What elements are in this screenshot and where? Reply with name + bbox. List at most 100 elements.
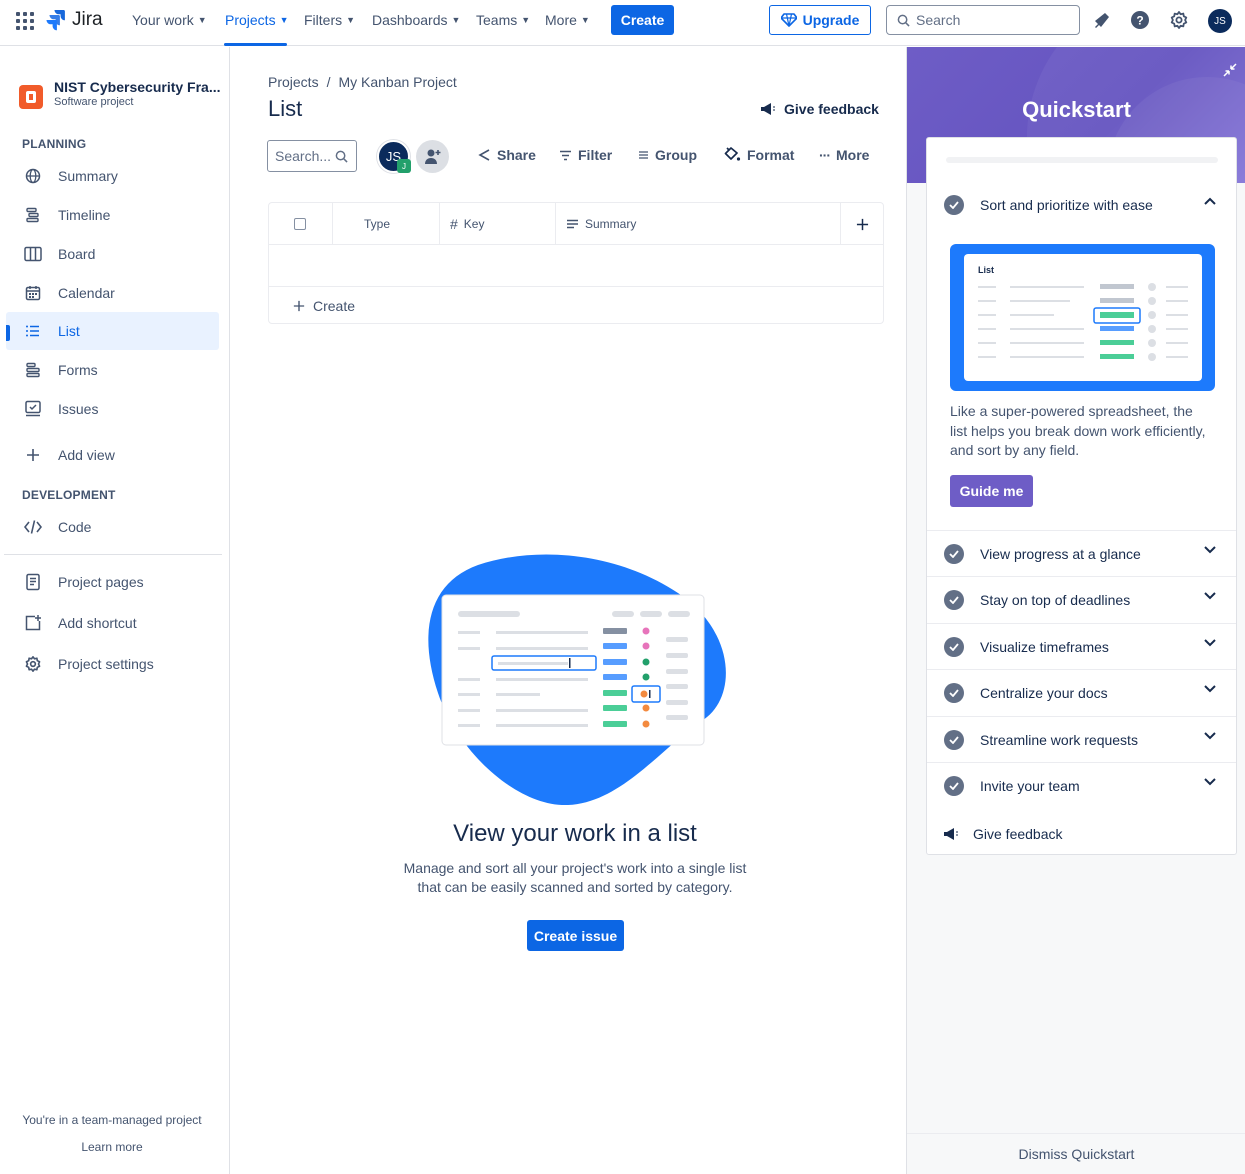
quickstart-item-label: View progress at a glance — [980, 545, 1141, 562]
sidebar-item-list[interactable]: List — [6, 312, 219, 350]
upgrade-button[interactable]: Upgrade — [769, 5, 871, 35]
sidebar-item-issues[interactable]: Issues — [6, 390, 219, 428]
quickstart-feedback-button[interactable]: Give feedback — [943, 826, 1063, 842]
sidebar-item-forms[interactable]: Forms — [6, 351, 219, 389]
minimize-icon[interactable] — [1223, 63, 1237, 80]
gear-icon — [24, 655, 42, 673]
more-button[interactable]: ··· More — [819, 147, 869, 163]
create-issue-button[interactable]: Create issue — [527, 920, 624, 951]
sidebar-item-label: Summary — [58, 168, 118, 184]
sidebar-item-timeline[interactable]: Timeline — [6, 196, 219, 234]
filter-button[interactable]: Filter — [559, 147, 612, 163]
quickstart-panel: Quickstart Sort and prioritize with ease… — [906, 47, 1245, 1174]
quickstart-item-sort[interactable]: Sort and prioritize with ease — [927, 182, 1236, 228]
sidebar-item-add-shortcut[interactable]: Add shortcut — [6, 604, 219, 642]
sidebar-item-project-settings[interactable]: Project settings — [6, 645, 219, 683]
learn-more-link[interactable]: Learn more — [0, 1140, 224, 1154]
nav-projects[interactable]: Projects ▼ — [225, 12, 289, 28]
add-view-button[interactable]: Add view — [6, 436, 219, 474]
project-avatar-icon[interactable] — [19, 85, 43, 109]
settings-icon[interactable] — [1168, 9, 1190, 31]
nav-more[interactable]: More ▼ — [545, 12, 590, 28]
nav-label: Filters — [304, 12, 343, 28]
globe-icon — [24, 167, 42, 185]
notifications-icon[interactable] — [1091, 9, 1113, 31]
quickstart-item-invite[interactable]: Invite your team — [927, 762, 1236, 808]
column-summary-label: Summary — [585, 217, 637, 231]
quickstart-item-label: Streamline work requests — [980, 731, 1138, 748]
plus-icon — [24, 446, 42, 464]
sidebar-active-indicator — [6, 325, 10, 341]
search-icon — [897, 14, 910, 27]
column-key-label: Key — [463, 217, 485, 231]
gem-icon — [780, 13, 797, 27]
quickstart-item-label: Invite your team — [980, 777, 1080, 794]
add-people-button[interactable] — [416, 140, 449, 173]
jira-logo[interactable]: Jira — [46, 9, 103, 31]
group-icon — [639, 151, 648, 159]
sidebar-item-calendar[interactable]: Calendar — [6, 274, 219, 312]
dismiss-quickstart-button[interactable]: Dismiss Quickstart — [907, 1133, 1245, 1174]
quickstart-item-progress[interactable]: View progress at a glance — [927, 530, 1236, 576]
column-summary[interactable]: Summary — [556, 203, 841, 245]
search-placeholder: Search... — [275, 148, 332, 164]
group-button[interactable]: Group — [638, 147, 697, 163]
column-key[interactable]: # Key — [440, 203, 556, 245]
guide-me-button[interactable]: Guide me — [950, 475, 1033, 507]
chevron-down-icon — [1204, 732, 1216, 740]
chevron-down-icon — [1204, 639, 1216, 647]
empty-state-title: View your work in a list — [453, 820, 697, 847]
project-name[interactable]: NIST Cybersecurity Fra... — [54, 79, 221, 95]
format-label: Format — [747, 147, 795, 163]
breadcrumb-projects[interactable]: Projects — [268, 74, 319, 90]
nav-teams[interactable]: Teams ▼ — [476, 12, 530, 28]
add-column-button[interactable] — [841, 203, 883, 245]
quickstart-title: Quickstart — [1022, 97, 1131, 122]
share-button[interactable]: Share — [478, 147, 536, 163]
format-button[interactable]: Format — [724, 147, 794, 163]
quickstart-item-label: Stay on top of deadlines — [980, 591, 1131, 608]
nav-filters[interactable]: Filters ▼ — [304, 12, 355, 28]
help-icon[interactable]: ? — [1129, 9, 1151, 31]
chevron-down-icon: ▼ — [451, 15, 461, 25]
select-all-checkbox[interactable] — [294, 218, 306, 230]
list-search-input[interactable]: Search... — [267, 140, 357, 172]
development-section-label: DEVELOPMENT — [22, 488, 116, 502]
team-managed-note: You're in a team-managed project — [22, 1113, 202, 1127]
nav-your-work[interactable]: Your work ▼ — [132, 12, 207, 28]
chevron-down-icon: ▼ — [346, 15, 356, 25]
global-search-input[interactable]: Search — [886, 5, 1080, 35]
sidebar-item-summary[interactable]: Summary — [6, 157, 219, 195]
app-name: Jira — [72, 9, 103, 30]
nav-label: More — [545, 12, 577, 28]
empty-state-description: Manage and sort all your project's work … — [403, 860, 747, 895]
quickstart-item-docs[interactable]: Centralize your docs — [927, 669, 1236, 715]
user-avatar[interactable]: JS — [1208, 9, 1232, 33]
quickstart-item-requests[interactable]: Streamline work requests — [927, 716, 1236, 762]
quickstart-item-timeframes[interactable]: Visualize timeframes — [927, 623, 1236, 669]
breadcrumb: Projects / My Kanban Project — [268, 74, 457, 90]
forms-icon — [24, 361, 42, 379]
sidebar-item-label: Issues — [58, 401, 99, 417]
group-label: Group — [655, 147, 697, 163]
create-row-button[interactable]: Create — [269, 286, 883, 324]
column-type[interactable]: Type — [333, 203, 440, 245]
planning-section-label: PLANNING — [22, 137, 87, 151]
give-feedback-button[interactable]: Give feedback — [760, 101, 879, 117]
feedback-label: Give feedback — [973, 826, 1063, 842]
jira-logo-icon — [46, 10, 65, 31]
column-type-label: Type — [364, 217, 391, 231]
share-label: Share — [497, 147, 536, 163]
app-switcher-icon[interactable] — [16, 12, 34, 30]
sidebar-item-board[interactable]: Board — [6, 235, 219, 273]
breadcrumb-project[interactable]: My Kanban Project — [338, 74, 456, 90]
sidebar-item-code[interactable]: Code — [6, 508, 219, 546]
nav-label: Teams — [476, 12, 518, 28]
list-table: Type # Key Summary Create — [268, 202, 884, 324]
add-person-icon — [424, 149, 440, 164]
sidebar-item-project-pages[interactable]: Project pages — [6, 563, 219, 601]
quickstart-item-deadlines[interactable]: Stay on top of deadlines — [927, 576, 1236, 622]
create-button[interactable]: Create — [611, 5, 674, 35]
nav-dashboards[interactable]: Dashboards ▼ — [372, 12, 460, 28]
check-circle-icon — [944, 636, 964, 657]
